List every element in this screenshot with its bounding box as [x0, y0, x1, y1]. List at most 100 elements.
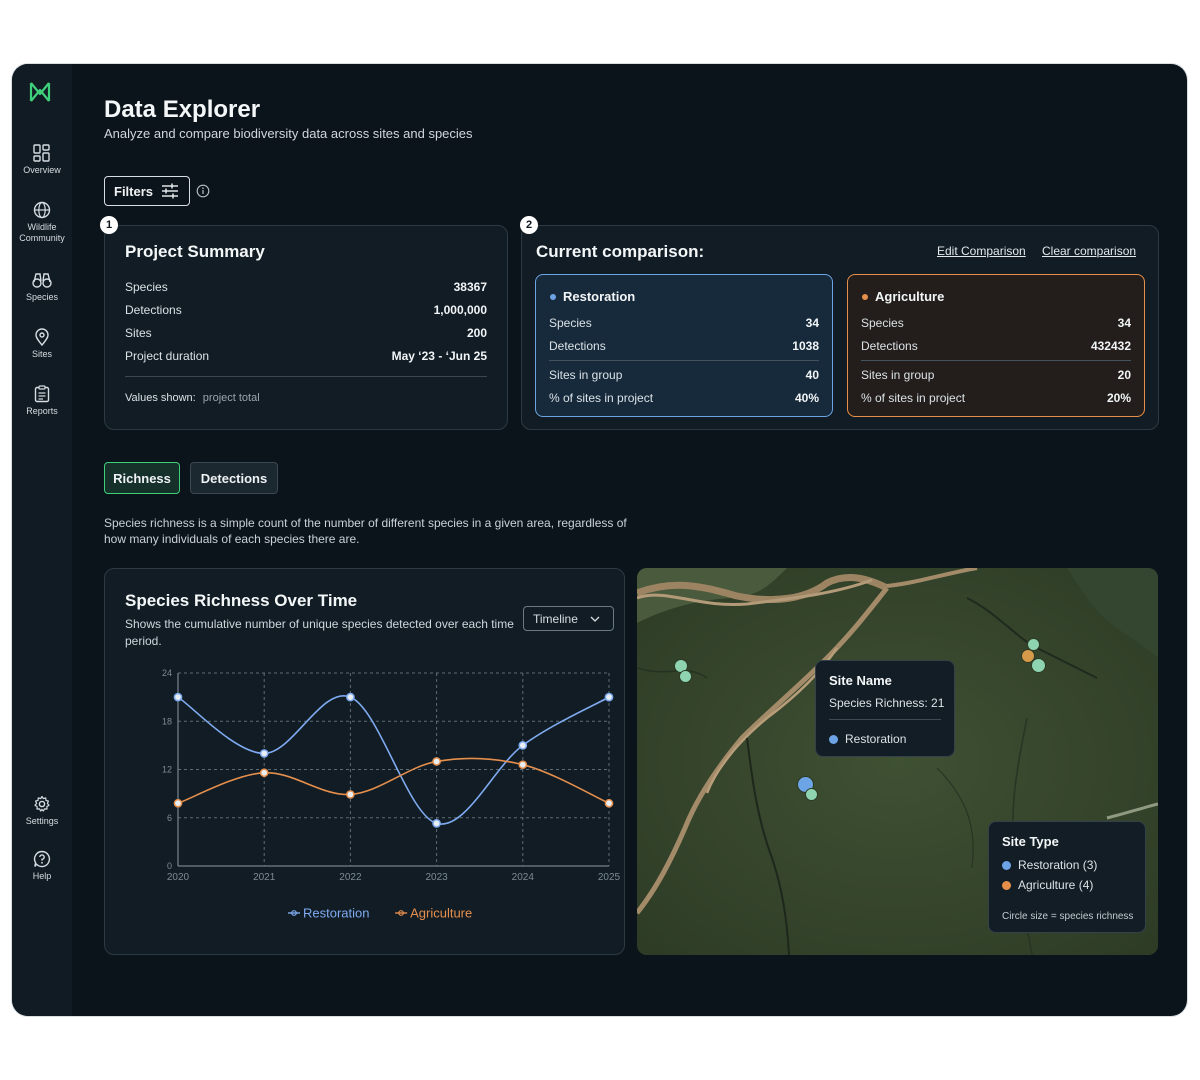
group-row-value: 1038	[792, 339, 819, 353]
project-summary-card: Project Summary Species 38367 Detections…	[104, 225, 508, 430]
legend-item-label: Restoration (3)	[1018, 858, 1098, 872]
agriculture-data-point	[346, 790, 355, 799]
divider	[861, 360, 1131, 361]
summary-row: Sites 200	[125, 326, 487, 340]
site-map[interactable]: Site Name Species Richness: 21 Restorati…	[637, 568, 1158, 955]
sidebar-item-reports[interactable]: Reports	[12, 385, 72, 417]
richness-chart-card: Species Richness Over Time Shows the cum…	[104, 568, 625, 955]
group-row: Sites in group 20	[861, 368, 1131, 382]
summary-row-value: 38367	[453, 280, 487, 294]
group-row-label: Sites in group	[549, 368, 623, 382]
divider	[549, 360, 819, 361]
summary-row: Species 38367	[125, 280, 487, 294]
restoration-data-point	[604, 692, 614, 702]
group-row-value: 34	[1117, 316, 1131, 330]
filters-label: Filters	[114, 183, 154, 199]
y-tick-label: 24	[162, 668, 172, 678]
summary-row-value: 200	[466, 326, 487, 340]
sidebar-item-label: Wildlife Community	[19, 222, 65, 243]
restoration-dot-icon	[1002, 860, 1011, 870]
comparison-title: Current comparison:	[536, 242, 705, 261]
legend-label: Restoration	[303, 906, 369, 921]
sidebar-item-species[interactable]: Species	[12, 271, 72, 303]
group-row-label: Species	[549, 316, 592, 330]
tooltip-metric: Species Richness: 21	[829, 696, 945, 710]
agriculture-dot-icon	[862, 293, 868, 300]
group-row-label: Detections	[549, 339, 606, 353]
gear-icon	[34, 795, 50, 812]
sidebar-item-overview[interactable]: Overview	[12, 144, 72, 176]
group-row-label: Sites in group	[861, 368, 935, 382]
site-marker[interactable]	[679, 670, 692, 683]
site-marker[interactable]	[805, 788, 818, 801]
help-icon	[33, 850, 51, 868]
sidebar-item-settings[interactable]: Settings	[12, 795, 72, 827]
step-badge-2: 2	[520, 216, 538, 234]
sliders-icon	[162, 183, 179, 199]
restoration-data-point	[259, 749, 269, 758]
agriculture-group-card[interactable]: Agriculture Species 34 Detections 432432 S…	[847, 274, 1145, 417]
main-content: Data Explorer Analyze and compare biodiv…	[100, 64, 1187, 1016]
values-shown-label: Values shown:	[125, 392, 196, 404]
summary-row: Detections 1,000,000	[125, 303, 487, 317]
legend-label: Agriculture	[410, 906, 472, 921]
agriculture-dot-icon	[1002, 880, 1011, 890]
summary-row-label: Detections	[125, 303, 182, 317]
group-row: Detections 432432	[861, 339, 1131, 353]
step-badge-1: 1	[100, 216, 118, 234]
edit-comparison-link[interactable]: Edit Comparison	[937, 244, 1026, 258]
legend-item: Restoration (3)	[1002, 858, 1097, 872]
x-tick-label: 2020	[167, 872, 190, 883]
agriculture-data-point	[518, 760, 528, 770]
agriculture-data-point	[604, 798, 614, 808]
y-tick-label: 0	[167, 861, 172, 871]
map-legend: Site Type Restoration (3) Agriculture (4…	[988, 821, 1146, 933]
agriculture-series-line	[177, 757, 610, 805]
group-row-label: Species	[861, 316, 904, 330]
divider	[125, 376, 487, 377]
logo-icon	[29, 82, 51, 102]
y-tick-label: 12	[162, 765, 172, 775]
sidebar-item-label: Reports	[26, 406, 58, 416]
restoration-data-point	[173, 692, 183, 702]
info-icon[interactable]	[196, 184, 210, 198]
tab-richness[interactable]: Richness	[104, 462, 180, 494]
restoration-group-card[interactable]: Restoration Species 34 Detections 1038 Sit…	[535, 274, 833, 417]
sidebar-item-label: Settings	[25, 816, 59, 826]
group-row: Species 34	[861, 316, 1131, 330]
values-shown-value: project total	[202, 392, 260, 404]
comparison-card: Current comparison: Edit Comparison Clea…	[521, 225, 1159, 430]
richness-line-chart: 0 6 12 18 24 2020 2021 2022 2023 2024 2025 Restorat…	[162, 668, 621, 921]
group-row: % of sites in project 40%	[549, 391, 819, 405]
group-row-label: Detections	[861, 339, 918, 353]
tooltip-title: Site Name	[829, 673, 892, 688]
group-row-label: % of sites in project	[549, 391, 654, 405]
restoration-dot-icon	[829, 734, 838, 744]
globe-icon	[33, 201, 51, 219]
sidebar-item-help[interactable]: Help	[12, 850, 72, 882]
filters-button[interactable]: Filters	[104, 176, 190, 206]
sidebar: Overview Wildlife Community Species Site…	[12, 64, 72, 1016]
group-row: Detections 1038	[549, 339, 819, 353]
group-row: % of sites in project 20%	[861, 391, 1131, 405]
page-subtitle: Analyze and compare biodiversity data ac…	[104, 126, 473, 141]
group-row-value: 432432	[1090, 339, 1131, 353]
legend-item-label: Agriculture (4)	[1018, 878, 1094, 892]
site-tooltip: Site Name Species Richness: 21 Restorati…	[815, 660, 955, 757]
sidebar-item-sites[interactable]: Sites	[12, 328, 72, 360]
group-row-label: % of sites in project	[861, 391, 966, 405]
tab-detections[interactable]: Detections	[190, 462, 278, 494]
agriculture-data-point	[259, 768, 269, 778]
sidebar-item-wildlife-community[interactable]: Wildlife Community	[12, 201, 72, 244]
site-marker[interactable]	[1031, 658, 1046, 673]
tooltip-group: Restoration	[829, 732, 906, 746]
summary-row-value: 1,000,000	[433, 303, 487, 317]
x-tick-label: 2022	[339, 872, 362, 883]
x-tick-label: 2024	[512, 872, 535, 883]
group-row-value: 40	[805, 368, 819, 382]
sidebar-item-label: Overview	[23, 165, 61, 175]
restoration-series-line	[177, 694, 610, 825]
clear-comparison-link[interactable]: Clear comparison	[1042, 244, 1136, 258]
agriculture-data-point	[432, 757, 441, 766]
group-row-value: 20%	[1106, 391, 1131, 405]
